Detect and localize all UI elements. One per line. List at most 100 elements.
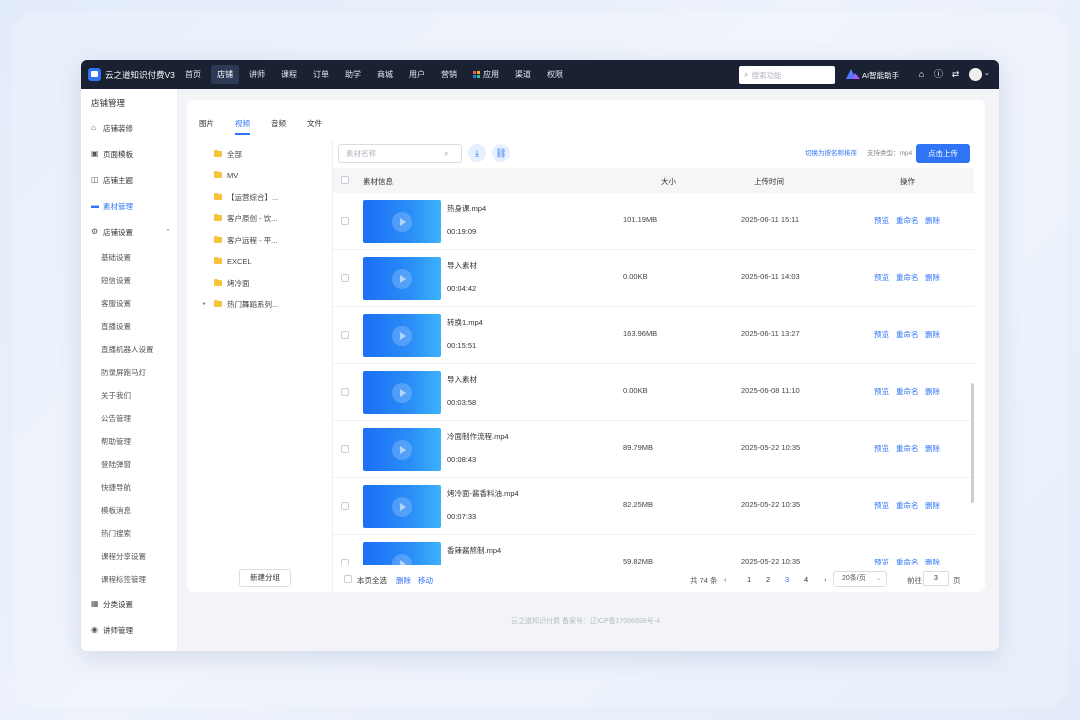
delete-link[interactable]: 删除 — [925, 443, 940, 454]
preview-link[interactable]: 预览 — [874, 272, 889, 283]
folder-item[interactable]: 客户原创 - 饮... — [214, 212, 277, 224]
top-search-box[interactable]: ⌕ — [739, 66, 835, 84]
material-search-input[interactable] — [346, 149, 444, 158]
delete-link[interactable]: 删除 — [925, 215, 940, 226]
search-icon[interactable]: ⌕ — [444, 149, 448, 159]
sidebar-subitem-about-us[interactable]: 关于我们 — [101, 390, 131, 401]
sidebar-subitem-live[interactable]: 直播设置 — [101, 321, 131, 332]
video-thumbnail[interactable] — [363, 314, 441, 357]
sidebar-subitem-quick-nav[interactable]: 快捷导航 — [101, 482, 131, 493]
material-search-box[interactable]: ⌕ — [338, 144, 462, 163]
sidebar-item-material-management[interactable]: ▬ 素材管理 — [91, 199, 171, 213]
tab-audio[interactable]: 音频 — [271, 118, 286, 133]
download-button[interactable]: ⤓ — [468, 144, 486, 162]
select-all-checkbox[interactable] — [344, 575, 352, 583]
sidebar-subitem-announcements[interactable]: 公告管理 — [101, 413, 131, 424]
folder-item[interactable]: 客户远程 - 平... — [214, 234, 277, 246]
preview-link[interactable]: 预览 — [874, 329, 889, 340]
video-thumbnail[interactable] — [363, 200, 441, 243]
preview-link[interactable]: 预览 — [874, 386, 889, 397]
video-thumbnail[interactable] — [363, 485, 441, 528]
page-3[interactable]: 3 — [785, 575, 789, 584]
page-2[interactable]: 2 — [766, 575, 770, 584]
nav-item-courses[interactable]: 课程 — [275, 65, 303, 84]
rename-link[interactable]: 重命名 — [896, 443, 919, 454]
nav-item-apps[interactable]: 应用 — [467, 65, 505, 84]
delete-link[interactable]: 删除 — [925, 329, 940, 340]
prev-page-icon[interactable]: ‹ — [724, 575, 727, 584]
preview-link[interactable]: 预览 — [874, 500, 889, 511]
row-checkbox[interactable] — [341, 559, 349, 565]
select-all-label[interactable]: 本页全选 — [357, 575, 387, 586]
sidebar-subitem-course-share[interactable]: 课程分享设置 — [101, 551, 146, 562]
sidebar-subitem-sms[interactable]: 短信设置 — [101, 275, 131, 286]
nav-item-permissions[interactable]: 权限 — [541, 65, 569, 84]
row-checkbox[interactable] — [341, 502, 349, 510]
preview-link[interactable]: 预览 — [874, 557, 889, 565]
folder-item[interactable]: 热门舞蹈系列... — [214, 298, 278, 310]
rename-link[interactable]: 重命名 — [896, 557, 919, 565]
nav-item-channels[interactable]: 渠道 — [509, 65, 537, 84]
sidebar-item-store-theme[interactable]: ◫ 店铺主题 — [91, 173, 171, 187]
delete-link[interactable]: 删除 — [925, 386, 940, 397]
video-thumbnail[interactable] — [363, 542, 441, 565]
nav-item-orders[interactable]: 订单 — [307, 65, 335, 84]
video-thumbnail[interactable] — [363, 371, 441, 414]
nav-item-home[interactable]: 首页 — [179, 65, 207, 84]
delete-link[interactable]: 删除 — [925, 557, 940, 565]
info-icon[interactable]: ⓘ — [933, 69, 944, 80]
delete-link[interactable]: 删除 — [925, 500, 940, 511]
sidebar-subitem-live-robot[interactable]: 直播机器人设置 — [101, 344, 154, 355]
rename-link[interactable]: 重命名 — [896, 386, 919, 397]
row-checkbox[interactable] — [341, 217, 349, 225]
new-group-button[interactable]: 新建分组 — [239, 569, 291, 587]
page-1[interactable]: 1 — [747, 575, 751, 584]
sidebar-subitem-help[interactable]: 帮助管理 — [101, 436, 131, 447]
rename-link[interactable]: 重命名 — [896, 215, 919, 226]
page-size-select[interactable]: 20条/页 ⌄ — [833, 571, 887, 587]
delete-link[interactable]: 删除 — [925, 272, 940, 283]
sidebar-subitem-template-message[interactable]: 模板消息 — [101, 505, 131, 516]
rename-link[interactable]: 重命名 — [896, 329, 919, 340]
sidebar-item-page-template[interactable]: ▣ 页面模板 — [91, 147, 171, 161]
nav-item-learning[interactable]: 助学 — [339, 65, 367, 84]
row-checkbox[interactable] — [341, 388, 349, 396]
chevron-down-icon[interactable]: ⌄ — [984, 69, 990, 77]
next-page-icon[interactable]: › — [824, 575, 827, 584]
preview-link[interactable]: 预览 — [874, 215, 889, 226]
folder-item[interactable]: 全部 — [214, 148, 242, 160]
sidebar-subitem-login-popup[interactable]: 登陆弹窗 — [101, 459, 131, 470]
bulk-move-link[interactable]: 移动 — [418, 575, 433, 586]
sidebar-subitem-anti-recording[interactable]: 防录屏跑马灯 — [101, 367, 146, 378]
sidebar-subitem-course-tags[interactable]: 课程标签管理 — [101, 574, 146, 585]
folder-item[interactable]: EXCEL — [214, 255, 252, 267]
page-4[interactable]: 4 — [804, 575, 808, 584]
folder-item[interactable]: 烤冷面 — [214, 277, 250, 289]
link-button[interactable]: ⛓ — [492, 144, 510, 162]
tab-files[interactable]: 文件 — [307, 118, 322, 133]
goto-page-input[interactable]: 3 — [923, 571, 949, 586]
row-checkbox[interactable] — [341, 274, 349, 282]
video-thumbnail[interactable] — [363, 428, 441, 471]
rename-link[interactable]: 重命名 — [896, 500, 919, 511]
tab-videos[interactable]: 视频 — [235, 118, 250, 135]
sidebar-subitem-basic[interactable]: 基础设置 — [101, 252, 131, 263]
avatar[interactable] — [969, 68, 982, 81]
row-checkbox[interactable] — [341, 445, 349, 453]
expand-arrow-icon[interactable]: ▸ — [203, 300, 206, 307]
row-checkbox[interactable] — [341, 331, 349, 339]
sidebar-subitem-hot-search[interactable]: 热门搜索 — [101, 528, 131, 539]
table-scrollbar[interactable] — [971, 383, 974, 503]
nav-item-users[interactable]: 用户 — [403, 65, 431, 84]
sidebar-item-category-settings[interactable]: ▦ 分类设置 — [91, 597, 171, 611]
rename-link[interactable]: 重命名 — [896, 272, 919, 283]
folder-item[interactable]: MV — [214, 169, 238, 181]
nav-item-mall[interactable]: 商城 — [371, 65, 399, 84]
nav-item-teachers[interactable]: 讲师 — [243, 65, 271, 84]
preview-link[interactable]: 预览 — [874, 443, 889, 454]
sort-toggle-link[interactable]: 切换为按名称排序 — [805, 147, 857, 157]
top-search-input[interactable] — [751, 70, 828, 80]
nav-item-marketing[interactable]: 营销 — [435, 65, 463, 84]
sidebar-subitem-customer-service[interactable]: 客服设置 — [101, 298, 131, 309]
folder-item[interactable]: 【运营综合】... — [214, 191, 278, 203]
